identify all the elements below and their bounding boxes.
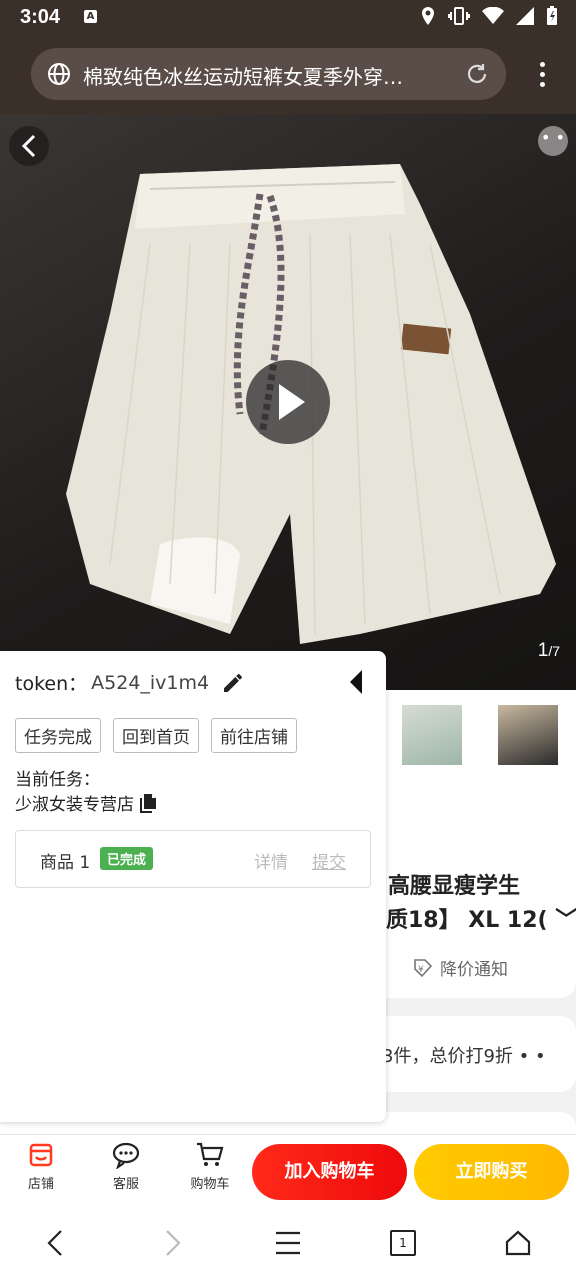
current-task-label: 当前任务： — [15, 770, 100, 790]
pager-total: /7 — [548, 643, 560, 659]
signal-icon — [516, 7, 534, 25]
promo-fragment: 3件，总价打9折 — [382, 1046, 513, 1067]
store-tab[interactable]: 店铺 — [11, 1141, 71, 1192]
chevron-left-icon — [21, 134, 36, 158]
submit-link[interactable]: 提交 — [312, 848, 346, 873]
address-bar[interactable]: 棉致纯色冰丝运动短裤女夏季外穿… — [31, 48, 506, 100]
store-icon — [29, 1143, 53, 1167]
nav-home-icon[interactable] — [504, 1228, 532, 1258]
notification-icon: A — [84, 10, 97, 23]
bottom-action-bar: 店铺 客服 购物车 加入购物车 立即购买 — [0, 1134, 576, 1207]
token-row: token： A524_iv1m4 — [15, 669, 245, 696]
browser-menu-icon[interactable] — [540, 62, 546, 92]
status-bar: 3:04 A — [0, 0, 576, 36]
copy-icon[interactable] — [140, 793, 158, 813]
browser-toolbar: 棉致纯色冰丝运动短裤女夏季外穿… — [0, 36, 576, 114]
back-button[interactable] — [9, 126, 49, 166]
pager-current: 1 — [537, 640, 549, 661]
collapse-panel-icon[interactable] — [344, 667, 368, 697]
globe-icon — [48, 63, 70, 85]
back-home-button[interactable]: 回到首页 — [113, 718, 199, 753]
cart-tab-label: 购物车 — [190, 1177, 230, 1192]
product-sku-text: 质18】 XL 12( — [386, 908, 548, 933]
tab-count: 1 — [399, 1236, 407, 1250]
url-text[interactable]: 棉致纯色冰丝运动短裤女夏季外穿… — [83, 61, 453, 90]
nav-tabs-button[interactable]: 1 — [390, 1230, 416, 1256]
edit-pencil-icon[interactable] — [221, 671, 245, 695]
system-nav-bar: 1 — [0, 1206, 576, 1280]
thumbnail-2[interactable] — [498, 705, 558, 765]
product-image[interactable]: • • 1/7 — [0, 114, 576, 690]
product-title-line-1: 高腰显瘦学生 — [388, 874, 521, 899]
promo-text: 3件，总价打9折 • • — [382, 1046, 546, 1067]
task-panel: token： A524_iv1m4 任务完成 回到首页 前往店铺 当前任务： 少… — [0, 651, 386, 1122]
product-sku-line[interactable]: 质18】 XL 12( ﹀ — [386, 902, 576, 934]
cart-icon — [197, 1142, 224, 1166]
battery-icon — [547, 6, 557, 25]
thumbnail-strip — [386, 690, 576, 780]
image-pager: 1/7 — [538, 640, 560, 662]
service-tab-label: 客服 — [112, 1177, 139, 1192]
price-tag-icon: ¥ — [414, 958, 433, 977]
task-store-name: 少淑女装专营店 — [15, 795, 134, 815]
cart-tab[interactable]: 购物车 — [180, 1141, 240, 1192]
thumbnail-1[interactable] — [402, 705, 462, 765]
token-label: token： — [15, 673, 88, 695]
location-icon — [422, 7, 434, 25]
store-tab-label: 店铺 — [27, 1177, 54, 1192]
task-complete-button[interactable]: 任务完成 — [15, 718, 101, 753]
svg-text:¥: ¥ — [418, 965, 424, 975]
nav-back-icon[interactable] — [44, 1228, 68, 1258]
add-to-cart-button[interactable]: 加入购物车 — [252, 1144, 407, 1200]
detail-link[interactable]: 详情 — [254, 848, 288, 873]
price-alert-button[interactable]: ¥ 降价通知 — [412, 955, 508, 980]
status-time: 3:04 — [20, 6, 61, 28]
nav-menu-icon[interactable] — [274, 1228, 302, 1258]
token-value: A524_iv1m4 — [91, 671, 210, 694]
reload-icon[interactable] — [464, 61, 490, 87]
play-video-button[interactable] — [246, 360, 330, 444]
vibrate-icon — [448, 7, 470, 25]
buy-now-button[interactable]: 立即购买 — [414, 1144, 569, 1200]
status-badge: 已完成 — [100, 847, 154, 870]
service-tab[interactable]: 客服 — [96, 1141, 156, 1192]
task-store: 少淑女装专营店 — [15, 790, 158, 815]
nav-forward-icon[interactable] — [160, 1228, 184, 1258]
more-options-icon[interactable]: • • — [538, 126, 568, 156]
goto-store-button[interactable]: 前往店铺 — [211, 718, 297, 753]
chat-icon — [112, 1142, 140, 1169]
task-item-name: 商品 1 — [40, 853, 91, 873]
play-icon — [279, 384, 305, 420]
price-alert-label: 降价通知 — [440, 960, 508, 980]
task-item: 商品 1 已完成 详情 提交 — [15, 830, 371, 888]
wifi-icon — [482, 7, 504, 24]
